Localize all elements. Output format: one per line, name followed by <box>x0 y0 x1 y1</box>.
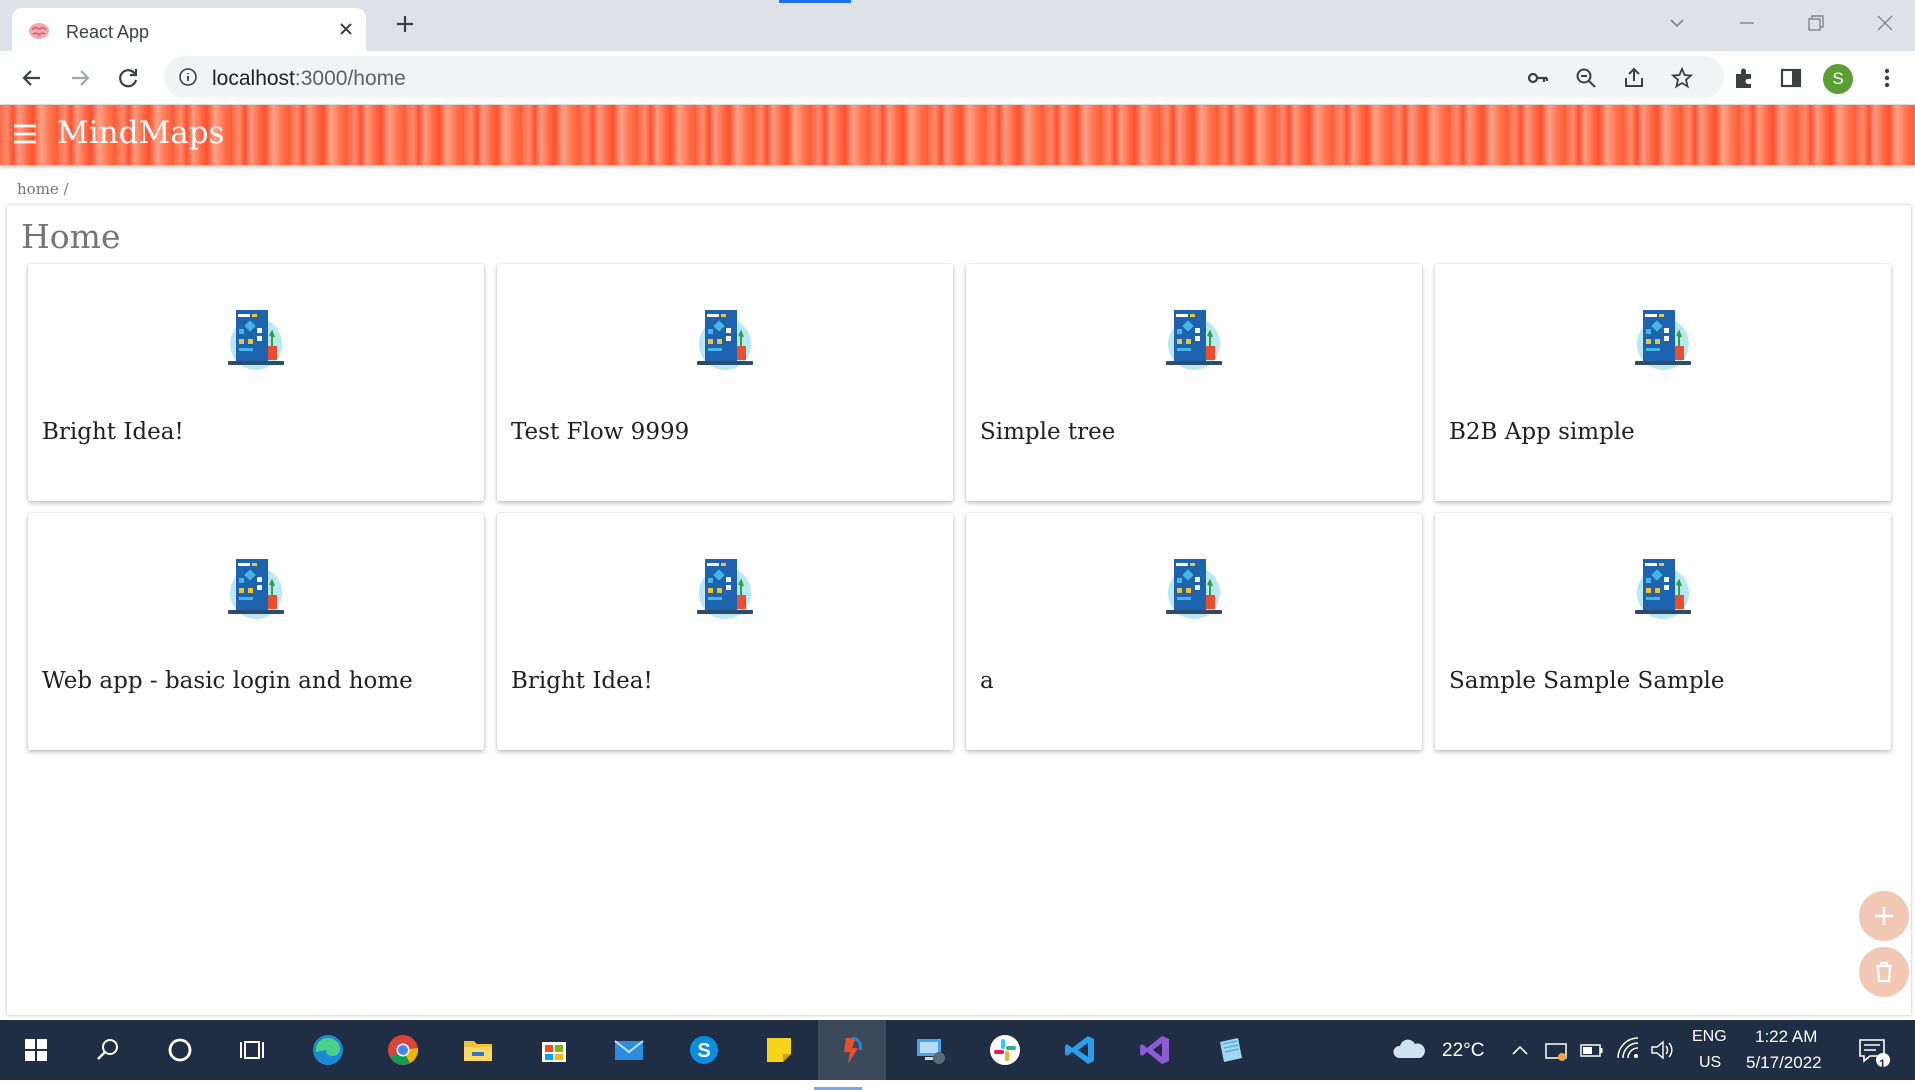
card-title: Test Flow 9999 <box>511 419 690 445</box>
language-code[interactable]: ENG <box>1692 1028 1727 1046</box>
weather-cloud-icon[interactable] <box>1390 1030 1428 1070</box>
back-icon[interactable] <box>18 64 46 92</box>
app-title: MindMaps <box>57 115 225 151</box>
share-icon[interactable] <box>1622 66 1646 90</box>
card-title: Bright Idea! <box>511 668 653 694</box>
weather-temperature[interactable]: 22°C <box>1442 1040 1484 1062</box>
clock-time[interactable]: 1:22 AM <box>1755 1027 1817 1047</box>
task-view-icon[interactable] <box>232 1030 272 1070</box>
notifications-icon[interactable] <box>1852 1030 1892 1070</box>
tab-title: React App <box>66 22 150 42</box>
card-title: Web app - basic login and home <box>42 668 413 694</box>
file-explorer-icon[interactable] <box>458 1030 498 1070</box>
skype-icon[interactable]: S <box>684 1030 724 1070</box>
mindmap-card[interactable]: Bright Idea! <box>28 264 484 501</box>
url-text[interactable]: localhost:3000/home <box>212 67 406 91</box>
browser-tab-strip: React App <box>0 0 1915 51</box>
plus-icon <box>1875 907 1893 925</box>
profile-avatar[interactable]: S <box>1823 64 1853 94</box>
mindmap-card[interactable]: Sample Sample Sample <box>1435 513 1891 750</box>
windows-taskbar: S 22°C ENG US 1:22 AM 5/17/2022 1 <box>0 1020 1915 1090</box>
svg-text:S: S <box>697 1040 710 1062</box>
card-title: a <box>980 668 994 694</box>
card-title: Sample Sample Sample <box>1449 668 1725 694</box>
url-host: localhost <box>212 67 295 90</box>
main-panel: Home Bright Idea! Test Flow 9999 Simple … <box>7 205 1911 1015</box>
remote-desktop-icon[interactable] <box>910 1030 950 1070</box>
delete-mindmap-button[interactable] <box>1859 947 1909 997</box>
forward-icon[interactable] <box>66 64 94 92</box>
app-header: MindMaps <box>0 105 1915 165</box>
clock-date[interactable]: 5/17/2022 <box>1746 1053 1822 1073</box>
mindmap-card[interactable]: Web app - basic login and home <box>28 513 484 750</box>
wifi-icon[interactable] <box>1614 1030 1642 1070</box>
address-bar[interactable]: localhost:3000/home <box>164 56 1724 98</box>
page-title: Home <box>21 217 121 256</box>
hamburger-menu-icon[interactable] <box>12 123 38 145</box>
more-menu-icon[interactable] <box>1874 65 1900 91</box>
breadcrumb[interactable]: home / <box>17 180 69 198</box>
trash-icon <box>1876 961 1892 983</box>
key-icon[interactable] <box>1526 66 1550 90</box>
store-icon[interactable] <box>534 1030 574 1070</box>
close-tab-icon[interactable] <box>336 19 356 39</box>
mail-icon[interactable] <box>609 1030 649 1070</box>
browser-tab[interactable]: React App <box>12 8 366 51</box>
mindmap-board-icon <box>1165 558 1223 620</box>
bookmark-star-icon[interactable] <box>1670 66 1694 90</box>
new-tab-icon[interactable] <box>393 12 417 36</box>
app-tool-icon <box>844 1036 862 1064</box>
card-title: Simple tree <box>980 419 1116 445</box>
close-window-icon[interactable] <box>1874 12 1896 34</box>
brain-icon <box>29 23 49 39</box>
reload-icon[interactable] <box>114 64 142 92</box>
card-title: Bright Idea! <box>42 419 184 445</box>
tab-search-icon[interactable] <box>1666 12 1688 34</box>
notepad-icon[interactable] <box>1210 1030 1250 1070</box>
card-title: B2B App simple <box>1449 419 1635 445</box>
mindmap-board-icon <box>696 558 754 620</box>
mindmap-board-icon <box>1634 558 1692 620</box>
mindmap-card[interactable]: Test Flow 9999 <box>497 264 953 501</box>
slack-icon[interactable] <box>985 1030 1025 1070</box>
loading-indicator <box>779 0 851 3</box>
mindmap-card[interactable]: Simple tree <box>966 264 1422 501</box>
notification-count: 1 <box>1879 1057 1886 1071</box>
mindmap-board-icon <box>696 309 754 371</box>
url-path: :3000/home <box>294 67 406 90</box>
mindmap-board-icon <box>1634 309 1692 371</box>
site-info-icon[interactable] <box>178 67 198 87</box>
visual-studio-icon[interactable] <box>1135 1030 1175 1070</box>
taskbar-active-app[interactable] <box>814 1020 886 1090</box>
restore-icon[interactable] <box>1805 12 1827 34</box>
mindmap-card[interactable]: a <box>966 513 1422 750</box>
zoom-out-icon[interactable] <box>1574 66 1598 90</box>
mindmap-card[interactable]: B2B App simple <box>1435 264 1891 501</box>
chrome-icon[interactable] <box>383 1030 423 1070</box>
add-mindmap-button[interactable] <box>1859 891 1909 941</box>
extensions-icon[interactable] <box>1731 65 1757 91</box>
keyboard-region[interactable]: US <box>1699 1054 1721 1072</box>
browser-toolbar: localhost:3000/home S <box>0 51 1915 105</box>
cortana-icon[interactable] <box>160 1030 200 1070</box>
search-icon[interactable] <box>88 1030 128 1070</box>
side-panel-icon[interactable] <box>1778 65 1804 91</box>
mindmap-board-icon <box>1165 309 1223 371</box>
edge-icon[interactable] <box>308 1030 348 1070</box>
vscode-icon[interactable] <box>1060 1030 1100 1070</box>
minimize-icon[interactable] <box>1736 12 1758 34</box>
meet-now-icon[interactable] <box>1542 1030 1570 1070</box>
volume-icon[interactable] <box>1648 1030 1676 1070</box>
sticky-notes-icon[interactable] <box>759 1030 799 1070</box>
battery-icon[interactable] <box>1578 1030 1606 1070</box>
windows-start-icon[interactable] <box>16 1030 56 1070</box>
mindmap-board-icon <box>227 309 285 371</box>
show-hidden-icons-icon[interactable] <box>1508 1030 1532 1070</box>
mindmap-card[interactable]: Bright Idea! <box>497 513 953 750</box>
mindmap-board-icon <box>227 558 285 620</box>
